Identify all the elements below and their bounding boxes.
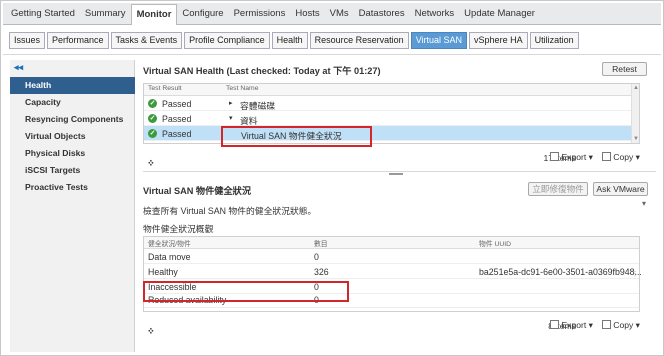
highlight-box (221, 126, 372, 147)
sidebar-item-capacity[interactable]: Capacity (10, 94, 135, 111)
col-object-uuid[interactable]: 物件 UUID (479, 238, 511, 248)
passed-check-icon: ✓ (148, 99, 157, 108)
tab-getting-started[interactable]: Getting Started (6, 5, 80, 24)
repair-objects-button[interactable]: 立即修復物件 (528, 182, 588, 196)
object-table-header: 健全狀況/物件 數目 物件 UUID (144, 237, 639, 249)
subtab-vsphere-ha[interactable]: vSphere HA (469, 32, 528, 49)
copy-icon (602, 152, 612, 161)
copy-icon (602, 320, 612, 329)
export-button[interactable]: Export ▾ (550, 320, 593, 331)
divider (3, 54, 661, 55)
export-icon (550, 320, 560, 329)
tab-configure[interactable]: Configure (177, 5, 228, 24)
object-table-footer: ᠅ 8 items Export ▾ Copy ▾ (143, 317, 640, 338)
passed-check-icon: ✓ (148, 129, 157, 138)
object-health-panel: Virtual SAN 物件健全狀況 立即修復物件 Ask VMware 檢查所… (143, 180, 656, 352)
test-result: Passed (162, 114, 192, 124)
tab-networks[interactable]: Networks (410, 5, 460, 24)
expand-panel-icon[interactable]: ▾ (642, 199, 646, 208)
column-resize-handle[interactable]: ⋮ (631, 267, 639, 282)
object-uuid[interactable]: ba251e5a-dc91-6e00-3501-a0369fb948... (479, 267, 642, 277)
subtab-health[interactable]: Health (271, 32, 308, 49)
splitter-grip[interactable] (389, 173, 403, 175)
ask-vmware-button[interactable]: Ask VMware (593, 182, 648, 196)
table-row[interactable]: ✓ Passed ▾ 資料 (144, 111, 639, 126)
object-panel-title: Virtual SAN 物件健全狀況 (143, 186, 252, 196)
sub-tab-bar: Issues Performance Tasks & Events Profil… (9, 32, 579, 49)
sidebar-item-resyncing-components[interactable]: Resyncing Components (10, 111, 135, 128)
collapse-icon[interactable]: ▾ (229, 114, 233, 122)
binoculars-icon[interactable]: ᠅ (146, 320, 153, 338)
highlight-box (143, 281, 349, 302)
tab-update-manager[interactable]: Update Manager (459, 5, 540, 24)
scroll-down-icon[interactable]: ▼ (633, 136, 639, 142)
subtab-performance[interactable]: Performance (47, 32, 109, 49)
sidebar-item-physical-disks[interactable]: Physical Disks (10, 145, 135, 162)
object-state: Healthy (148, 267, 178, 277)
sidebar-item-virtual-objects[interactable]: Virtual Objects (10, 128, 135, 145)
sidebar-list: Health Capacity Resyncing Components Vir… (10, 77, 135, 196)
sidebar-item-proactive-tests[interactable]: Proactive Tests (10, 179, 135, 196)
subtab-resource-reservation[interactable]: Resource Reservation (309, 32, 409, 49)
tab-hosts[interactable]: Hosts (290, 5, 324, 24)
health-table-scrollbar[interactable]: ▲ ▼ (631, 84, 639, 143)
subtab-utilization[interactable]: Utilization (529, 32, 579, 49)
object-panel-description: 檢查所有 Virtual SAN 物件的健全狀況狀態。 (143, 206, 317, 216)
top-tab-bar: Getting Started Summary Monitor Configur… (3, 3, 661, 25)
sidebar: ◂◂ Health Capacity Resyncing Components … (10, 60, 135, 352)
scroll-up-icon[interactable]: ▲ (633, 85, 639, 91)
object-count: 326 (314, 267, 329, 277)
sidebar-item-health[interactable]: Health (10, 77, 135, 94)
passed-check-icon: ✓ (148, 114, 157, 123)
export-label: Export (561, 320, 587, 330)
binoculars-icon[interactable]: ᠅ (146, 152, 153, 170)
sidebar-item-iscsi-targets[interactable]: iSCSI Targets (10, 162, 135, 179)
tab-permissions[interactable]: Permissions (229, 5, 291, 24)
window-frame: Getting Started Summary Monitor Configur… (0, 0, 664, 356)
table-row[interactable]: ✓ Passed Virtual SAN 物件健全狀況 (144, 126, 639, 141)
table-row[interactable]: Data move 0 (144, 249, 639, 264)
retest-button[interactable]: Retest (602, 62, 647, 76)
object-count: 0 (314, 252, 319, 262)
expand-icon[interactable]: ▸ (229, 99, 233, 107)
tab-vms[interactable]: VMs (325, 5, 354, 24)
health-table-footer: ᠅ 17 items Export ▾ Copy ▾ (143, 149, 640, 170)
export-label: Export (561, 152, 587, 162)
col-health-object[interactable]: 健全狀況/物件 (148, 238, 191, 248)
table-row[interactable]: Healthy 326 ba251e5a-dc91-6e00-3501-a036… (144, 264, 642, 279)
copy-button[interactable]: Copy ▾ (602, 320, 640, 331)
object-panel-subheading: 物件健全狀況概觀 (143, 224, 214, 234)
collapse-sidebar-icon[interactable]: ◂◂ (14, 62, 23, 73)
table-row[interactable]: ✓ Passed ▸ 容體磁碟 (144, 96, 639, 111)
health-panel-title: Virtual SAN Health (Last checked: Today … (143, 66, 381, 76)
health-table: Test Result Test Name ✓ Passed ▸ 容體磁碟 ✓ … (143, 83, 640, 144)
export-icon (550, 152, 560, 161)
col-count[interactable]: 數目 (314, 238, 328, 248)
test-result: Passed (162, 99, 192, 109)
tab-monitor[interactable]: Monitor (130, 4, 178, 25)
tab-datastores[interactable]: Datastores (354, 5, 410, 24)
panel-splitter[interactable] (143, 171, 656, 176)
health-panel: Virtual SAN Health (Last checked: Today … (143, 60, 656, 170)
subtab-issues[interactable]: Issues (9, 32, 46, 49)
copy-label: Copy (613, 320, 634, 330)
tab-summary[interactable]: Summary (80, 5, 131, 24)
export-button[interactable]: Export ▾ (550, 152, 593, 163)
health-table-header: Test Result Test Name (144, 84, 639, 96)
copy-button[interactable]: Copy ▾ (602, 152, 640, 163)
col-test-result[interactable]: Test Result (148, 85, 182, 92)
object-state: Data move (148, 252, 191, 262)
test-result: Passed (162, 129, 192, 139)
copy-label: Copy (613, 152, 634, 162)
subtab-virtual-san[interactable]: Virtual SAN (410, 32, 468, 49)
subtab-tasks-events[interactable]: Tasks & Events (110, 32, 183, 49)
col-test-name[interactable]: Test Name (226, 85, 258, 92)
subtab-profile-compliance[interactable]: Profile Compliance (184, 32, 270, 49)
